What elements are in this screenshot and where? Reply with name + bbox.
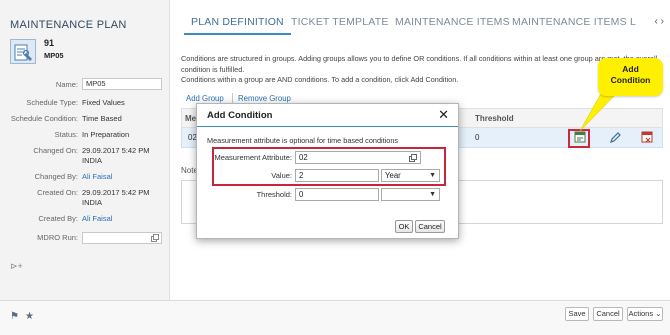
created-by-label: Created By: <box>38 214 78 223</box>
fields-highlight <box>212 147 446 186</box>
dialog-title: Add Condition <box>207 110 273 121</box>
row-threshold: 0 <box>475 133 480 142</box>
cancel-button[interactable]: Cancel <box>415 220 445 233</box>
ok-button[interactable]: OK <box>395 220 413 233</box>
plan-code: MP05 <box>44 51 64 60</box>
description-line-3: Conditions within a group are AND condit… <box>181 75 459 84</box>
schedule-type-label: Schedule Type: <box>26 98 78 107</box>
page-title: MAINTENANCE PLAN <box>10 19 127 31</box>
add-condition-highlight <box>568 129 590 148</box>
delete-condition-icon[interactable] <box>641 131 654 144</box>
changed-by-link[interactable]: Ali Faisal <box>82 172 112 182</box>
value-help-icon[interactable] <box>151 234 159 242</box>
created-by-link[interactable]: Ali Faisal <box>82 214 112 224</box>
footer-cancel-button[interactable]: Cancel <box>593 307 623 321</box>
dialog-title-divider <box>197 126 458 127</box>
tags-icon[interactable]: ⊳+ <box>10 261 23 272</box>
edit-icon[interactable] <box>609 131 622 144</box>
tab-plan-definition[interactable]: PLAN DEFINITION <box>184 16 291 35</box>
changed-on-value: 29.09.2017 5:42 PM <box>82 146 150 155</box>
close-icon[interactable]: ✕ <box>438 107 449 123</box>
actions-button[interactable]: Actions ⌄ <box>627 307 663 321</box>
mdro-run-input[interactable] <box>82 232 162 244</box>
tab-bar: PLAN DEFINITION TICKET TEMPLATE MAINTENA… <box>180 16 670 36</box>
schedule-condition-label: Schedule Condition: <box>10 114 78 123</box>
changed-by-label: Changed By: <box>34 172 78 181</box>
tab-ticket-template[interactable]: TICKET TEMPLATE <box>291 16 389 28</box>
actions-label: Actions <box>628 309 654 318</box>
threshold-input[interactable]: 0 <box>295 188 379 201</box>
callout-line-2: Condition <box>610 75 651 85</box>
name-label: Name: <box>55 80 78 89</box>
tab-scroll-arrows[interactable]: ‹ › <box>655 16 664 27</box>
tab-maintenance-items[interactable]: MAINTENANCE ITEMS <box>395 16 510 28</box>
created-on-tz: INDIA <box>82 198 103 207</box>
threshold-unit-select[interactable]: ▼ <box>381 188 440 201</box>
changed-on-tz: INDIA <box>82 156 103 165</box>
actions-chevron-icon: ⌄ <box>655 309 662 318</box>
status-label: Status: <box>54 130 78 139</box>
dialog-hint: Measurement attribute is optional for ti… <box>207 136 399 145</box>
maintenance-plan-icon <box>10 39 36 64</box>
column-header-threshold: Threshold <box>475 114 514 123</box>
save-button[interactable]: Save <box>565 307 589 321</box>
mdro-run-label: MDRO Run: <box>37 233 78 242</box>
object-header-panel: MAINTENANCE PLAN 91 MP05 Name: MP05 Sche… <box>0 0 170 300</box>
created-on-label: Created On: <box>37 188 78 197</box>
plan-number: 91 <box>44 38 55 48</box>
schedule-condition-value: Time Based <box>82 114 122 123</box>
changed-by-field: Changed By: Ali Faisal <box>0 172 170 184</box>
schedule-type-value: Fixed Values <box>82 98 125 107</box>
status-value: In Preparation <box>82 130 130 139</box>
created-by-field: Created By: Ali Faisal <box>0 214 170 226</box>
remove-group-button[interactable]: Remove Group <box>238 94 291 103</box>
status-field: Status: In Preparation <box>0 130 170 142</box>
flag-icon[interactable]: ⚑ <box>10 311 19 322</box>
footer-toolbar: ⚑ ★ Save Cancel Actions ⌄ <box>0 300 670 335</box>
created-on-timezone: INDIA <box>0 198 170 210</box>
description-line-2: condition is fulfilled. <box>181 64 245 74</box>
description-line-1: Conditions are structured in groups. Add… <box>181 54 658 63</box>
add-group-button[interactable]: Add Group <box>186 94 224 103</box>
callout-line-1: Add <box>622 64 639 74</box>
schedule-condition-field: Schedule Condition: Time Based <box>0 114 170 126</box>
changed-on-timezone: INDIA <box>0 156 170 168</box>
created-on-value: 29.09.2017 5:42 PM <box>82 188 150 197</box>
add-condition-callout: Add Condition <box>598 58 663 96</box>
threshold-label: Threshold: <box>256 190 292 199</box>
name-input[interactable]: MP05 <box>82 78 162 90</box>
conditions-description: Conditions are structured in groups. Add… <box>181 54 661 86</box>
tab-maintenance-items-l[interactable]: MAINTENANCE ITEMS L <box>512 16 636 28</box>
column-header-me: Me <box>185 114 197 123</box>
changed-on-label: Changed On: <box>33 146 78 155</box>
star-icon[interactable]: ★ <box>25 311 34 322</box>
chevron-down-icon: ▼ <box>429 191 436 198</box>
threshold-row: Threshold: 0 ▼ <box>197 188 460 201</box>
schedule-type-field: Schedule Type: Fixed Values <box>0 98 170 110</box>
